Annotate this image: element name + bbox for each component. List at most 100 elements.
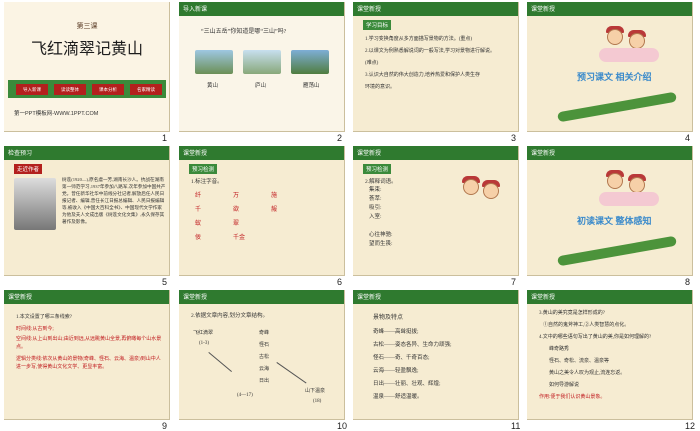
answer-item: 逻辑分类线:依次从黄山的景物(奇峰、怪石、云海、温泉)到山中人进一步写,使得黄山… <box>16 357 161 370</box>
section-label: 预习检测 <box>363 164 392 174</box>
leaf-decoration <box>557 91 677 123</box>
slide-header-bar: 课堂新授 <box>527 146 692 160</box>
answer-item: 怪石、奇松、流泉、温泉等 <box>549 359 610 364</box>
body-shape <box>599 192 659 206</box>
slide-tag: 导入新课 <box>183 7 208 13</box>
slide-header-bar: 检查预习 <box>4 146 169 160</box>
section-label: 预习检测 <box>189 164 218 174</box>
slide-tag: 课堂新授 <box>531 151 556 157</box>
leaf-decoration <box>557 235 677 267</box>
mountain-photo <box>291 50 329 74</box>
exercise-heading: 2.依据文章内容,划分文章结构。 <box>191 313 269 319</box>
structure-node: 古松 <box>259 355 270 360</box>
char-item: 万 <box>233 193 240 199</box>
lesson-label: 第三课 <box>76 22 98 30</box>
feature-item: 古松——姿态各异、生命力顽强; <box>373 342 452 348</box>
menu-pill[interactable]: 名家精读 <box>130 84 162 95</box>
face-shape <box>463 179 479 195</box>
menu-pill[interactable]: 读读整体 <box>54 84 86 95</box>
slide-header-bar: 课堂新授 <box>353 290 518 304</box>
slide-number: 3 <box>511 133 517 143</box>
answer-item: 空间线:从上山到出山;由近到远,从远眺黄山全景,再俯瞰每个山水景点。 <box>16 337 162 350</box>
exercise-heading: 1.标注字音。 <box>191 179 223 185</box>
structure-line <box>276 362 307 384</box>
slide-thumbnail-10[interactable]: 课堂新授 2.依据文章内容,划分文章结构。 飞红滴翠 (1-3) 奇峰 怪石 古松 云海 日出山… <box>179 290 345 420</box>
slide-number: 10 <box>337 421 348 431</box>
answer-item: 作用:便于我们认识黄山景象。 <box>539 395 606 400</box>
answer-item: 黄山之美令人叹为观止,流连忘返。 <box>549 371 626 376</box>
feature-item: 温泉——舒适温暖。 <box>373 394 423 400</box>
feature-item: 日出——壮丽、壮观、辉煌; <box>373 381 441 387</box>
slide-thumbnail-11[interactable]: 课堂新授 景物及特点 奇峰——高耸挺拔; 古松——姿态各异、生命力顽强; 怪石——奇、千… <box>353 290 519 420</box>
structure-node: 飞红滴翠 <box>193 331 214 336</box>
section-label: 走近作者 <box>14 164 43 174</box>
goal-item: 3.认识大自然的伟大创造力,培养热爱和保护人类生存 <box>365 73 481 78</box>
char-item: 千 <box>195 207 202 213</box>
slide-thumbnail-12[interactable]: 课堂新授 3.黄山的美究竟是怎样形成的? ①自然的鬼斧神工,②人类智慧的点化。 4.文… <box>527 290 693 420</box>
slide-thumbnail-2[interactable]: 导入新课 “三山五岳”你知道是哪“三山”吗? 黄山 庐山 雁荡山 <box>179 2 345 132</box>
section-label: 学习目标 <box>363 20 392 30</box>
face-shape <box>607 173 623 189</box>
banner-title: 初读课文 整体感知 <box>577 216 652 226</box>
term-item: 吸引: <box>369 205 382 211</box>
face-shape <box>629 177 645 193</box>
answer-item: 时间线:从古到今; <box>16 327 54 332</box>
face-shape <box>629 33 645 49</box>
photo-caption: 雁荡山 <box>303 83 320 89</box>
slide-thumbnail-4[interactable]: 课堂新授预习课文 相关介绍 <box>527 2 693 132</box>
feature-item: 奇峰——高耸挺拔; <box>373 329 419 335</box>
slide-thumbnail-6[interactable]: 课堂新授 预习检测 1.标注字音。纤 万 施千 欲 赧蚁 翠佞 千金 <box>179 146 345 276</box>
author-photo <box>14 178 56 230</box>
author-bio: 树莲(1920—),原名虞一芳,湖南长沙人。抗战在湖南第一师范学习,1937年参… <box>62 177 166 224</box>
goal-item: 2.以课文为例熟悉解说词的一般写法,学习对景物进行解说。 <box>365 49 496 54</box>
feature-item: 云海——轻盈飘逸; <box>373 368 419 374</box>
slide-number: 2 <box>337 133 343 143</box>
face-shape <box>607 29 623 45</box>
slide-sorter: 第三课 飞红滴翠记黄山 导入新课 读读整体 课本分析 名家精读 第一PPT模板网-WWW.1… <box>0 0 700 431</box>
term-item: 望而生畏: <box>369 241 393 247</box>
face-shape <box>483 183 499 199</box>
photo-caption: 庐山 <box>255 83 267 89</box>
slide-tag: 课堂新授 <box>8 295 33 301</box>
slide-thumbnail-9[interactable]: 课堂新授 1.本文设置了哪三条线索? 时间线:从古到今; 空间线:从上山到出山;由近到… <box>4 290 170 420</box>
slide-title: 飞红滴翠记黄山 <box>30 41 143 58</box>
mountain-photo <box>195 50 233 74</box>
slide-number: 6 <box>337 277 343 287</box>
goal-item: 环境的意识。 <box>365 85 396 90</box>
slide-tag: 课堂新授 <box>357 151 382 157</box>
char-item: 千金 <box>233 235 246 241</box>
slide-tag: 课堂新授 <box>531 295 556 301</box>
slide-number: 12 <box>685 421 696 431</box>
answer-item: 如何导游解说 <box>549 383 580 388</box>
body-shape <box>599 48 659 62</box>
exercise-heading: 2.解释词语。 <box>365 179 397 185</box>
slide-header-bar: 课堂新授 <box>179 290 344 304</box>
structure-node: (4—17) <box>237 393 253 398</box>
slide-thumbnail-8[interactable]: 课堂新授初读课文 整体感知 <box>527 146 693 276</box>
slide-number: 9 <box>162 421 168 431</box>
exercise-heading: 景物及特点 <box>373 315 404 321</box>
answer-item: ①自然的鬼斧神工,②人类智慧的点化。 <box>543 323 630 328</box>
slide-thumbnail-7[interactable]: 课堂新授 预习检测 2.解释词语。 集束: 荟萃: 吸引: 入室: 心往神驰: 望而生畏: <box>353 146 519 276</box>
menu-pill[interactable]: 导入新课 <box>16 84 48 95</box>
banner-title: 预习课文 相关介绍 <box>577 72 652 82</box>
slide-header-bar: 课堂新授 <box>4 290 169 304</box>
slide-header-bar: 课堂新授 <box>353 146 518 160</box>
answer-item: 1.本文设置了哪三条线索? <box>16 315 72 320</box>
menu-pill[interactable]: 课本分析 <box>92 84 124 95</box>
slide-header-bar: 课堂新授 <box>527 2 692 16</box>
structure-node: 怪石 <box>259 343 270 348</box>
photo-caption: 黄山 <box>207 83 219 89</box>
slide-header-bar: 课堂新授 <box>353 2 518 16</box>
slide-header-bar: 课堂新授 <box>179 146 344 160</box>
slide-tag: 课堂新授 <box>357 7 382 13</box>
slide-tag: 课堂新授 <box>531 7 556 13</box>
slide-thumbnail-1[interactable]: 第三课 飞红滴翠记黄山 导入新课 读读整体 课本分析 名家精读 第一PPT模板网-WWW.1… <box>4 2 170 132</box>
mountain-photo <box>243 50 281 74</box>
slide-tag: 课堂新授 <box>183 151 208 157</box>
slide-thumbnail-3[interactable]: 课堂新授学习目标 1.学习变换角度从多方面描写景物的方法。(重点) 2.以课文为例熟… <box>353 2 519 132</box>
slide-number: 5 <box>162 277 168 287</box>
answer-item: 4.文中的哪些语句写出了黄山的美,你是如何理解的? <box>539 335 652 340</box>
slide-thumbnail-5[interactable]: 检查预习走近作者树莲(1920—),原名虞一芳,湖南长沙人。抗战在湖南第一师范学… <box>4 146 170 276</box>
goal-item: 1.学习变换角度从多方面描写景物的方法。(重点) <box>365 37 473 42</box>
